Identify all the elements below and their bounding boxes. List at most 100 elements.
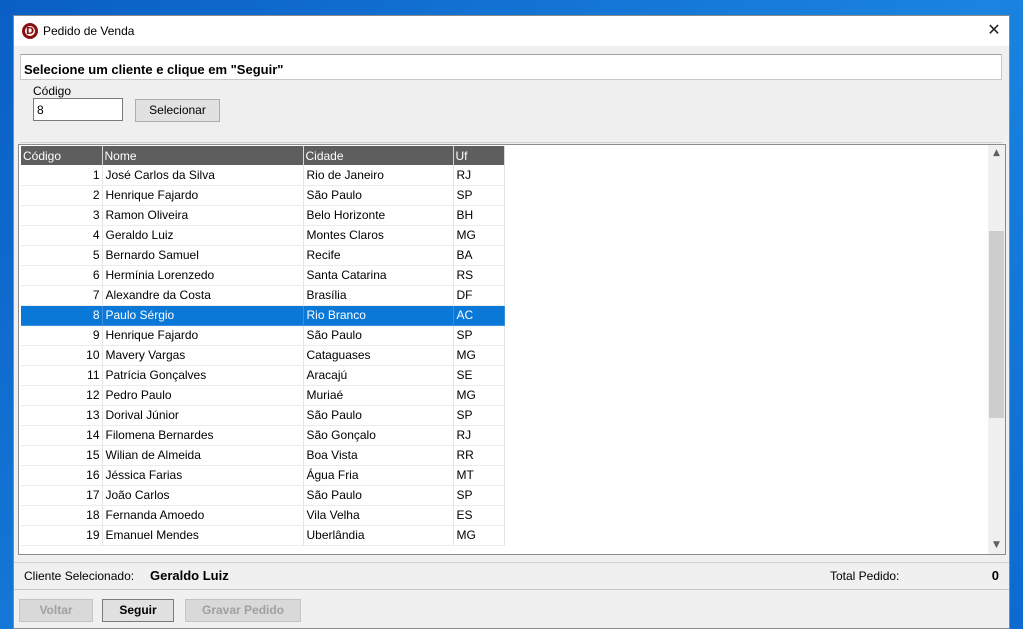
cell-uf: RJ bbox=[453, 165, 505, 186]
table-row[interactable]: 17 João Carlos São Paulo SP bbox=[21, 485, 505, 506]
cell-nome: Dorival Júnior bbox=[102, 405, 304, 426]
cell-cidade: São Paulo bbox=[303, 485, 454, 506]
cell-codigo: 19 bbox=[21, 525, 103, 546]
cell-nome: Emanuel Mendes bbox=[102, 525, 304, 546]
cell-codigo: 3 bbox=[21, 205, 103, 226]
column-header-cidade[interactable]: Cidade bbox=[303, 146, 454, 165]
cell-cidade: Água Fria bbox=[303, 465, 454, 486]
table-row[interactable]: 8 Paulo Sérgio Rio Branco AC bbox=[21, 305, 505, 326]
cell-cidade: Recife bbox=[303, 245, 454, 266]
cell-codigo: 14 bbox=[21, 425, 103, 446]
table-row[interactable]: 7 Alexandre da Costa Brasília DF bbox=[21, 285, 505, 306]
cell-codigo: 16 bbox=[21, 465, 103, 486]
cell-nome: Hermínia Lorenzedo bbox=[102, 265, 304, 286]
cell-uf: AC bbox=[453, 305, 505, 326]
table-row[interactable]: 13 Dorival Júnior São Paulo SP bbox=[21, 405, 505, 426]
column-header-codigo[interactable]: Código bbox=[21, 146, 103, 165]
table-body: 1 José Carlos da Silva Rio de Janeiro RJ 2 He… bbox=[21, 165, 505, 546]
column-header-uf[interactable]: Uf bbox=[453, 146, 505, 165]
clients-grid[interactable]: Código Nome Cidade Uf 1 José Carlos da Si… bbox=[18, 144, 1006, 555]
cell-nome: Paulo Sérgio bbox=[102, 305, 304, 326]
cell-cidade: Montes Claros bbox=[303, 225, 454, 246]
window-title: Pedido de Venda bbox=[43, 24, 135, 38]
table-row[interactable]: 9 Henrique Fajardo São Paulo SP bbox=[21, 325, 505, 346]
total-pedido-label: Total Pedido: bbox=[830, 569, 900, 583]
cell-uf: MG bbox=[453, 225, 505, 246]
column-header-nome[interactable]: Nome bbox=[102, 146, 304, 165]
cell-cidade: Rio de Janeiro bbox=[303, 165, 454, 186]
table-row[interactable]: 10 Mavery Vargas Cataguases MG bbox=[21, 345, 505, 366]
cell-codigo: 2 bbox=[21, 185, 103, 206]
table-row[interactable]: 14 Filomena Bernardes São Gonçalo RJ bbox=[21, 425, 505, 446]
cell-nome: Jéssica Farias bbox=[102, 465, 304, 486]
cell-codigo: 1 bbox=[21, 165, 103, 186]
cell-codigo: 18 bbox=[21, 505, 103, 526]
vertical-scrollbar[interactable]: ▲ ▼ bbox=[988, 145, 1005, 554]
cell-nome: Geraldo Luiz bbox=[102, 225, 304, 246]
cell-codigo: 11 bbox=[21, 365, 103, 386]
table-row[interactable]: 3 Ramon Oliveira Belo Horizonte BH bbox=[21, 205, 505, 226]
cliente-selecionado-label: Cliente Selecionado: bbox=[24, 569, 135, 583]
table-row[interactable]: 4 Geraldo Luiz Montes Claros MG bbox=[21, 225, 505, 246]
selecionar-button[interactable]: Selecionar bbox=[135, 99, 220, 122]
table-row[interactable]: 12 Pedro Paulo Muriaé MG bbox=[21, 385, 505, 406]
table-row[interactable]: 1 José Carlos da Silva Rio de Janeiro RJ bbox=[21, 165, 505, 186]
cell-uf: BH bbox=[453, 205, 505, 226]
cell-nome: Mavery Vargas bbox=[102, 345, 304, 366]
codigo-input[interactable] bbox=[33, 98, 123, 121]
cell-nome: Wilian de Almeida bbox=[102, 445, 304, 466]
voltar-button[interactable]: Voltar bbox=[19, 599, 93, 622]
pedido-de-venda-window: D Pedido de Venda ✕ Selecione um cliente… bbox=[13, 15, 1010, 629]
cell-uf: SE bbox=[453, 365, 505, 386]
cell-cidade: Muriaé bbox=[303, 385, 454, 406]
cell-cidade: Rio Branco bbox=[303, 305, 454, 326]
cell-nome: Filomena Bernardes bbox=[102, 425, 304, 446]
cell-uf: DF bbox=[453, 285, 505, 306]
filter-panel: Código Selecionar bbox=[20, 83, 1002, 143]
cell-uf: RS bbox=[453, 265, 505, 286]
table-row[interactable]: 5 Bernardo Samuel Recife BA bbox=[21, 245, 505, 266]
cell-nome: Henrique Fajardo bbox=[102, 185, 304, 206]
table-row[interactable]: 15 Wilian de Almeida Boa Vista RR bbox=[21, 445, 505, 466]
cell-cidade: Brasília bbox=[303, 285, 454, 306]
cell-codigo: 12 bbox=[21, 385, 103, 406]
cell-cidade: Boa Vista bbox=[303, 445, 454, 466]
cell-nome: Fernanda Amoedo bbox=[102, 505, 304, 526]
cell-codigo: 10 bbox=[21, 345, 103, 366]
cell-nome: Pedro Paulo bbox=[102, 385, 304, 406]
cell-uf: ES bbox=[453, 505, 505, 526]
cliente-selecionado-value: Geraldo Luiz bbox=[150, 568, 229, 583]
cell-cidade: São Paulo bbox=[303, 405, 454, 426]
cell-codigo: 5 bbox=[21, 245, 103, 266]
scroll-down-icon[interactable]: ▼ bbox=[988, 537, 1005, 554]
close-icon[interactable]: ✕ bbox=[979, 16, 1009, 46]
cell-uf: SP bbox=[453, 185, 505, 206]
cell-nome: João Carlos bbox=[102, 485, 304, 506]
cell-cidade: Belo Horizonte bbox=[303, 205, 454, 226]
cell-uf: RR bbox=[453, 445, 505, 466]
cell-codigo: 4 bbox=[21, 225, 103, 246]
cell-uf: SP bbox=[453, 405, 505, 426]
scroll-up-icon[interactable]: ▲ bbox=[988, 145, 1005, 162]
cell-uf: SP bbox=[453, 485, 505, 506]
app-logo-icon: D bbox=[22, 23, 38, 39]
cell-nome: Bernardo Samuel bbox=[102, 245, 304, 266]
table-row[interactable]: 6 Hermínia Lorenzedo Santa Catarina RS bbox=[21, 265, 505, 286]
cell-cidade: Santa Catarina bbox=[303, 265, 454, 286]
cell-nome: Ramon Oliveira bbox=[102, 205, 304, 226]
cell-cidade: Cataguases bbox=[303, 345, 454, 366]
table-row[interactable]: 11 Patrícia Gonçalves Aracajú SE bbox=[21, 365, 505, 386]
cell-cidade: São Paulo bbox=[303, 325, 454, 346]
cell-uf: RJ bbox=[453, 425, 505, 446]
cell-nome: Henrique Fajardo bbox=[102, 325, 304, 346]
gravar-pedido-button[interactable]: Gravar Pedido bbox=[185, 599, 301, 622]
table-row[interactable]: 2 Henrique Fajardo São Paulo SP bbox=[21, 185, 505, 206]
scroll-thumb[interactable] bbox=[989, 231, 1004, 418]
total-pedido-value: 0 bbox=[991, 568, 999, 583]
table-row[interactable]: 18 Fernanda Amoedo Vila Velha ES bbox=[21, 505, 505, 526]
table-row[interactable]: 19 Emanuel Mendes Uberlândia MG bbox=[21, 525, 505, 546]
cell-codigo: 15 bbox=[21, 445, 103, 466]
table-row[interactable]: 16 Jéssica Farias Água Fria MT bbox=[21, 465, 505, 486]
cell-cidade: Vila Velha bbox=[303, 505, 454, 526]
seguir-button[interactable]: Seguir bbox=[102, 599, 174, 622]
